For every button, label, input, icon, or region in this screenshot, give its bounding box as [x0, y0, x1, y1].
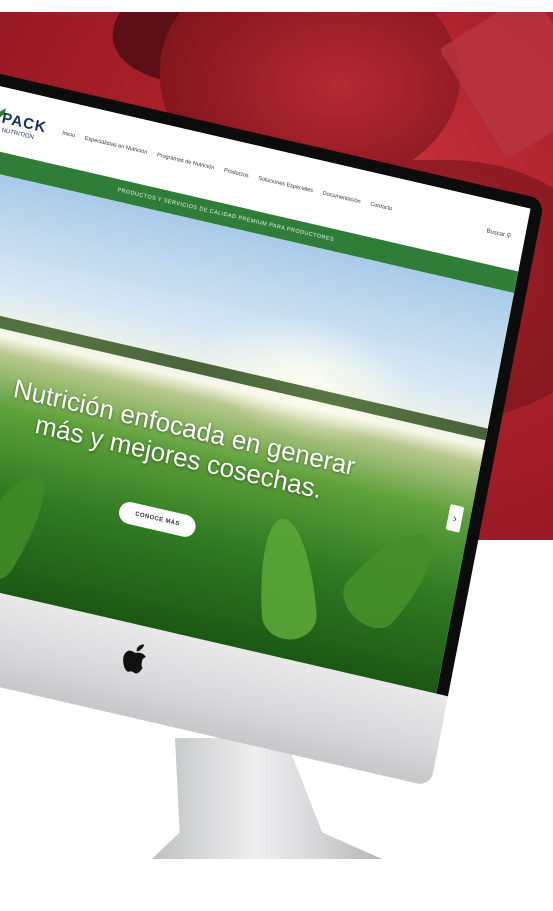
imac-computer: PACK NUTRITION Inicio Especialistas en N… [0, 60, 553, 911]
search-icon: ⚲ [505, 232, 512, 240]
menu-item-documentacion[interactable]: Documentación [322, 191, 361, 206]
menu-item-soluciones[interactable]: Soluciones Especiales [258, 176, 314, 194]
corn-leaf [333, 516, 450, 639]
corn-leaf [255, 517, 319, 641]
top-white-strip [0, 0, 553, 12]
menu-item-inicio[interactable]: Inicio [62, 130, 76, 139]
menu-item-productos[interactable]: Productos [223, 168, 249, 180]
site-logo[interactable]: PACK NUTRITION [0, 101, 53, 150]
menu-item-programas[interactable]: Programas de Nutrición [156, 152, 214, 171]
menu-item-contacto[interactable]: Contacto [370, 202, 393, 213]
menu-item-especialistas[interactable]: Especialistas en Nutrición [84, 136, 148, 156]
search-button[interactable]: Buscar ⚲ [486, 227, 511, 239]
learn-more-button[interactable]: CONOCE MÁS [117, 499, 198, 539]
search-label: Buscar [486, 228, 506, 239]
corn-leaf [0, 460, 62, 590]
